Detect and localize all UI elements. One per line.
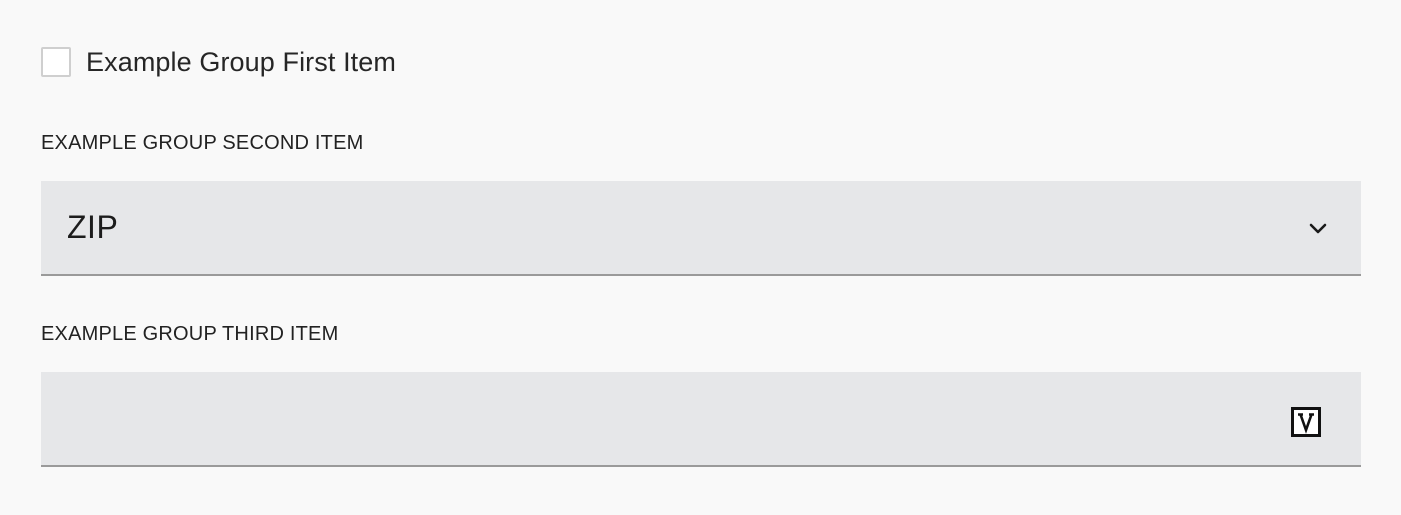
- v-box-icon[interactable]: [1291, 407, 1321, 437]
- second-item-label: EXAMPLE GROUP SECOND ITEM: [41, 132, 364, 154]
- third-item-field[interactable]: [41, 372, 1361, 467]
- third-item-label: EXAMPLE GROUP THIRD ITEM: [41, 323, 339, 345]
- chevron-down-icon[interactable]: [1309, 223, 1327, 235]
- first-item-label[interactable]: Example Group First Item: [86, 47, 396, 78]
- first-item-checkbox[interactable]: [41, 47, 71, 77]
- second-item-selected-value: ZIP: [67, 209, 119, 245]
- first-item-row[interactable]: Example Group First Item: [41, 45, 396, 79]
- third-item-input[interactable]: [41, 372, 1281, 465]
- second-item-select[interactable]: ZIP: [41, 181, 1361, 276]
